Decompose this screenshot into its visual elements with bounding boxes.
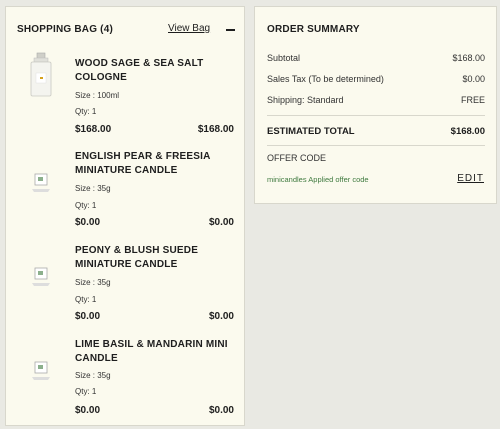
- order-summary-title: ORDER SUMMARY: [267, 24, 360, 35]
- broken-image-icon[interactable]: [26, 265, 56, 309]
- item-name: PEONY & BLUSH SUEDE MINIATURE CANDLE: [75, 245, 199, 270]
- shipping-label: Shipping: Standard: [267, 95, 344, 105]
- item-qty: Qty: 1: [75, 387, 97, 396]
- collapse-minus-icon[interactable]: [226, 29, 235, 31]
- item-qty: Qty: 1: [75, 295, 97, 304]
- subtotal-value: $168.00: [452, 53, 485, 63]
- sales-tax-label: Sales Tax (To be determined): [267, 74, 384, 84]
- subtotal-row: Subtotal $168.00: [267, 53, 485, 63]
- item-total: $0.00: [208, 405, 234, 416]
- item-qty: Qty: 1: [75, 201, 97, 210]
- estimated-total-value: $168.00: [450, 126, 485, 137]
- item-size: Size : 100ml: [75, 91, 120, 100]
- bag-item: WOOD SAGE & SEA SALT COLOGNE Size : 100m…: [6, 47, 244, 137]
- item-total: $0.00: [208, 217, 234, 228]
- item-price: $0.00: [75, 405, 101, 416]
- cologne-bottle-icon[interactable]: [26, 51, 56, 97]
- offer-code-label: OFFER CODE: [267, 153, 327, 163]
- item-total: $168.00: [197, 124, 234, 135]
- item-price: $168.00: [75, 124, 112, 135]
- item-price: $0.00: [75, 217, 101, 228]
- item-size: Size : 35g: [75, 184, 111, 193]
- item-name: LIME BASIL & MANDARIN MINI CANDLE: [75, 339, 228, 364]
- broken-image-icon[interactable]: [26, 359, 56, 403]
- item-size: Size : 35g: [75, 371, 111, 380]
- item-name: ENGLISH PEAR & FREESIA MINIATURE CANDLE: [75, 151, 211, 176]
- summary-divider: [267, 115, 485, 116]
- shopping-bag-title: SHOPPING BAG (4): [17, 24, 113, 35]
- bag-item: ENGLISH PEAR & FREESIA MINIATURE CANDLE …: [6, 141, 244, 231]
- item-price: $0.00: [75, 311, 101, 322]
- shipping-row: Shipping: Standard FREE: [267, 95, 485, 105]
- item-size: Size : 35g: [75, 278, 111, 287]
- shopping-bag-header: SHOPPING BAG (4) View Bag: [6, 7, 244, 47]
- estimated-total-row: ESTIMATED TOTAL $168.00: [267, 126, 485, 137]
- subtotal-label: Subtotal: [267, 53, 301, 63]
- broken-image-icon[interactable]: [26, 171, 56, 215]
- edit-offer-code-link[interactable]: EDIT: [457, 173, 484, 184]
- sales-tax-row: Sales Tax (To be determined) $0.00: [267, 74, 485, 84]
- bag-item: PEONY & BLUSH SUEDE MINIATURE CANDLE Siz…: [6, 235, 244, 325]
- shopping-bag-panel: SHOPPING BAG (4) View Bag WOOD SAGE & SE…: [5, 6, 245, 426]
- offer-code-applied: minicandles Applied offer code: [267, 175, 369, 184]
- item-name: WOOD SAGE & SEA SALT COLOGNE: [75, 58, 204, 83]
- summary-divider: [267, 145, 485, 146]
- estimated-total-label: ESTIMATED TOTAL: [267, 126, 355, 137]
- item-qty: Qty: 1: [75, 107, 97, 116]
- item-total: $0.00: [208, 311, 234, 322]
- order-summary-panel: ORDER SUMMARY Subtotal $168.00 Sales Tax…: [254, 6, 497, 204]
- sales-tax-value: $0.00: [462, 74, 485, 84]
- view-bag-link[interactable]: View Bag: [168, 23, 210, 34]
- shipping-value: FREE: [460, 95, 485, 105]
- bag-item: LIME BASIL & MANDARIN MINI CANDLE Size :…: [6, 329, 244, 419]
